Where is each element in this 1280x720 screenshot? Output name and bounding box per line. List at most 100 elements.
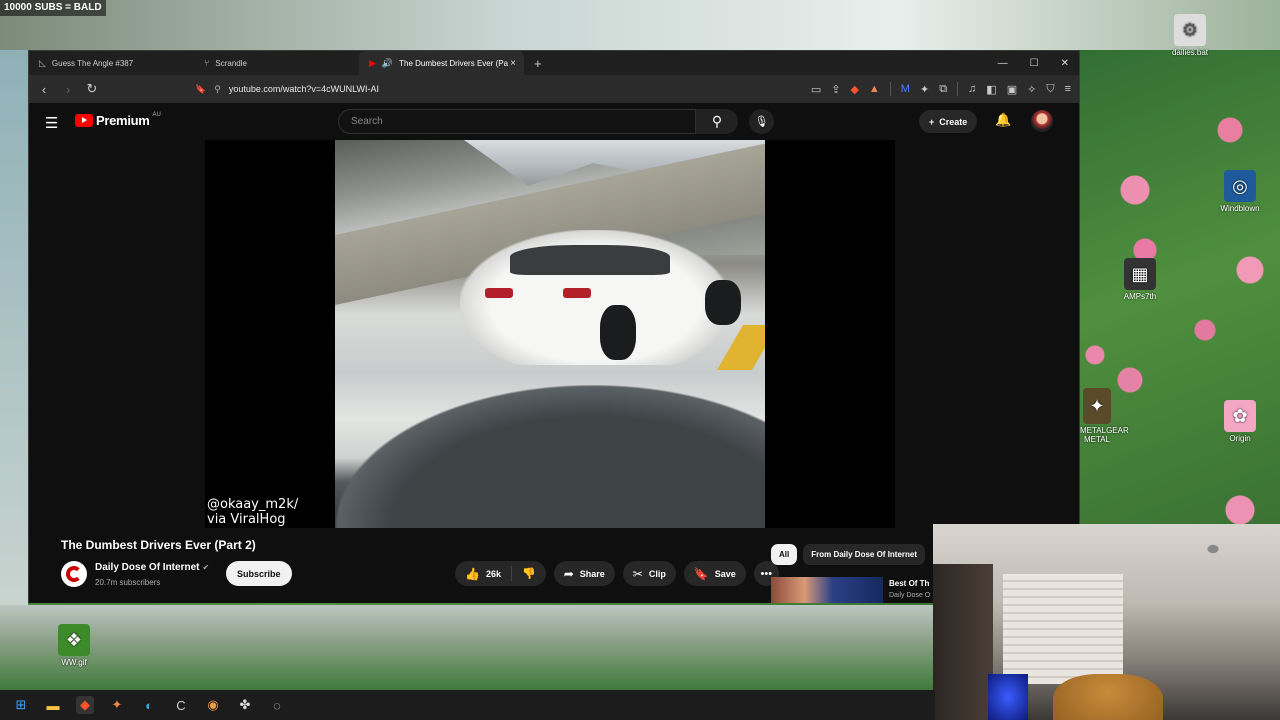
menu-icon[interactable]: ≡	[1065, 83, 1071, 95]
video-player[interactable]: @okaay_m2k/ via ViralHog	[205, 140, 895, 528]
leo-icon[interactable]: ✧	[1027, 83, 1036, 96]
tab-guess-the-angle[interactable]: ◺ Guess The Angle #387	[29, 51, 194, 75]
new-tab-button[interactable]: +	[524, 56, 552, 71]
brave-shields-icon[interactable]: ◆	[850, 83, 858, 96]
extension-icon[interactable]: ⧉	[939, 83, 947, 96]
stream-overlay-text: 10000 SUBS = BALD	[0, 0, 106, 16]
desktop-icon-label: Origin	[1229, 434, 1251, 443]
close-icon[interactable]: ×	[510, 58, 516, 69]
notifications-bell-icon[interactable]: 🔔	[995, 112, 1011, 128]
tab-label: Guess The Angle #387	[51, 58, 134, 68]
brave-icon[interactable]: ◆	[76, 696, 94, 714]
like-count: 26k	[485, 568, 501, 579]
share-icon[interactable]: ⇪	[831, 83, 840, 96]
bookmark-icon[interactable]: 🔖	[195, 84, 206, 95]
create-label: Create	[939, 116, 968, 127]
video-frame[interactable]	[335, 140, 765, 528]
webcam-window-shade	[1003, 574, 1123, 684]
reload-icon[interactable]: ↻	[85, 81, 99, 97]
vpn-icon[interactable]: ⛉	[1046, 83, 1054, 96]
file-icon: ▦	[1124, 258, 1156, 290]
recommended-video-thumbnail[interactable]	[771, 577, 883, 603]
clip-button[interactable]: ✂ Clip	[622, 561, 676, 586]
region-code: AU	[152, 111, 161, 118]
edge-icon[interactable]: ◐	[140, 696, 158, 714]
desktop-icon-metalgear[interactable]: ✦ METALGEAR METAL	[1080, 388, 1129, 444]
close-window-icon[interactable]: ✕	[1061, 58, 1069, 69]
search-placeholder: Search	[351, 116, 383, 127]
windows-start-icon[interactable]: ⊞	[12, 696, 30, 714]
youtube-play-icon	[75, 114, 93, 127]
clip-label: Clip	[648, 568, 666, 579]
youtube-logo[interactable]: Premium AU	[75, 111, 161, 128]
ccleaner-icon[interactable]: C	[172, 696, 190, 714]
dislike-button[interactable]: 👎	[512, 567, 546, 580]
obs-icon[interactable]: ◌	[268, 696, 286, 714]
desktop-icon-label: Windblown	[1220, 204, 1260, 213]
youtube-page: ☰ Premium AU Search ⚲ 🎙 + Create 🔔 @okaa…	[29, 103, 1079, 603]
webcam-person	[1053, 674, 1163, 720]
chrome-icon[interactable]: ◉	[204, 696, 222, 714]
chip-all[interactable]: All	[771, 544, 798, 565]
desktop-icon-amps[interactable]: ▦ AMPs7th	[1112, 258, 1168, 301]
channel-avatar[interactable]	[61, 561, 87, 587]
scissors-icon: ✂	[632, 566, 643, 581]
watermark-line: via ViralHog	[207, 512, 286, 527]
webcam-overlay	[933, 524, 1280, 720]
share-button[interactable]: ➦ Share	[553, 561, 615, 586]
subscribe-button[interactable]: Subscribe	[226, 561, 292, 586]
controller-icon[interactable]: ✤	[236, 696, 254, 714]
voice-search-button[interactable]: 🎙	[749, 109, 774, 134]
chip-from-channel[interactable]: From Daily Dose Of Internet	[803, 544, 926, 565]
hamburger-menu-icon[interactable]: ☰	[45, 114, 58, 132]
search-input[interactable]: Search	[338, 109, 696, 134]
desktop-icon-origin[interactable]: ✿ Origin	[1212, 400, 1268, 443]
create-button[interactable]: + Create	[919, 110, 978, 133]
browser-window: ◺ Guess The Angle #387 ⑂ Scrandle ▶ 🔊 Th…	[28, 50, 1080, 603]
app-icon[interactable]: ✦	[108, 696, 126, 714]
plus-icon: +	[929, 116, 935, 127]
sidebar-icon[interactable]: ◧	[986, 83, 996, 96]
channel-name[interactable]: Daily Dose Of Internet ✔	[95, 562, 209, 573]
minimize-icon[interactable]: —	[998, 58, 1008, 69]
file-explorer-icon[interactable]: ▬	[44, 696, 62, 714]
desktop-icon-dailies[interactable]: ⚙ dailies.bat	[1162, 14, 1218, 57]
share-arrow-icon: ➦	[563, 566, 574, 581]
video-scene-taillight	[563, 288, 591, 298]
desktop-icon-label: AMPs7th	[1123, 292, 1157, 301]
like-button[interactable]: 👍 26k	[455, 566, 512, 581]
save-label: Save	[714, 568, 736, 579]
speaker-icon: 🔊	[381, 57, 394, 68]
desktop-icon-wwgif[interactable]: ❖ WW.gif	[46, 624, 102, 667]
brave-rewards-icon[interactable]: ▲	[869, 83, 880, 95]
url-text[interactable]: youtube.com/watch?v=4cWUNLWI-AI	[229, 84, 379, 94]
avatar[interactable]	[1031, 110, 1053, 132]
watermark-line: @okaay_m2k/	[207, 497, 299, 512]
back-icon[interactable]: ‹	[37, 82, 51, 97]
window-controls: — ☐ ✕	[998, 51, 1073, 75]
desktop-icon-label: dailies.bat	[1171, 48, 1209, 57]
webcam-ceiling-fan	[1193, 534, 1233, 564]
forward-icon[interactable]: ›	[61, 82, 75, 97]
url-field[interactable]: 🔖 ⚲ youtube.com/watch?v=4cWUNLWI-AI	[195, 84, 715, 95]
save-button[interactable]: 🔖 Save	[683, 561, 746, 586]
wallet-icon[interactable]: ▣	[1007, 83, 1017, 96]
extension-m-icon[interactable]: M	[901, 83, 910, 95]
youtube-header: ☰ Premium AU Search ⚲ 🎙 + Create 🔔	[29, 103, 1079, 140]
puzzle-icon[interactable]: ✦	[920, 83, 929, 96]
thumbs-up-icon: 👍	[465, 566, 480, 581]
site-info-icon[interactable]: ⚲	[214, 84, 221, 95]
maximize-icon[interactable]: ☐	[1030, 58, 1039, 69]
search-button[interactable]: ⚲	[696, 109, 738, 134]
recommendation-chips: All From Daily Dose Of Internet	[771, 544, 926, 565]
thumbs-down-icon: 👎	[521, 568, 536, 580]
wallpaper-bottom	[0, 605, 935, 690]
desktop-icon-windblown[interactable]: ◎ Windblown	[1212, 170, 1268, 213]
music-icon[interactable]: ♫	[968, 83, 976, 95]
game-icon: ✦	[1083, 388, 1111, 424]
subscriber-count: 20.7m subscribers	[95, 578, 161, 587]
cast-icon[interactable]: ▭	[811, 83, 821, 96]
recommended-video-title[interactable]: Best Of Th	[889, 579, 929, 588]
tab-scrandle[interactable]: ⑂ Scrandle	[194, 51, 359, 75]
tab-youtube-video[interactable]: ▶ 🔊 The Dumbest Drivers Ever (Pa ×	[359, 51, 524, 75]
